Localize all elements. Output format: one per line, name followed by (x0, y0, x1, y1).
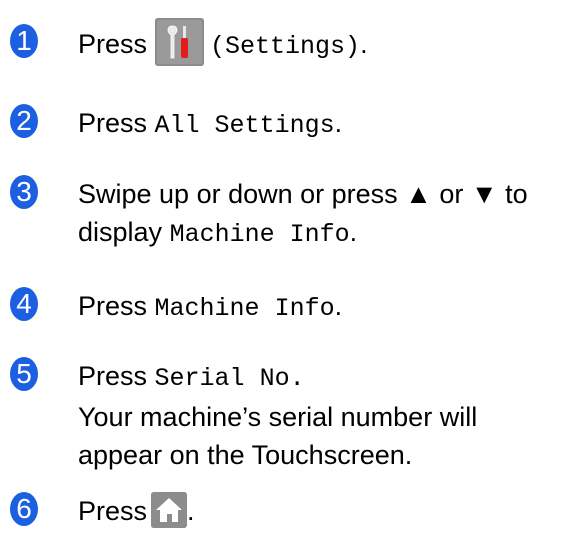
step-line: Swipe up or down or press ▲ or ▼ to (78, 179, 528, 209)
step-number: 2 (10, 104, 38, 138)
step-text: Press Serial No. Your machine’s serial n… (78, 357, 477, 474)
step-punct: . (334, 108, 343, 138)
step-verb: Press (78, 291, 148, 321)
all-settings-label: All Settings (154, 111, 335, 140)
step-number: 1 (10, 24, 38, 58)
step-verb: display (78, 217, 163, 247)
step-punct: . (334, 291, 343, 321)
step-verb: Press (78, 29, 148, 60)
home-icon (151, 491, 188, 528)
step-text: Press All Settings. (78, 104, 342, 145)
step-verb: Press (78, 361, 148, 391)
step-verb: Press (78, 496, 148, 526)
step-number: 4 (10, 287, 38, 321)
step-text: Press Machine Info. (78, 287, 342, 328)
step-line: Your machine’s serial number will (78, 402, 478, 432)
step-text: Press . (78, 491, 195, 531)
step-text: Press (Settings). (78, 18, 368, 70)
step-verb: Press (78, 108, 148, 138)
serial-no-label: Serial No. (154, 364, 305, 393)
step-number: 6 (10, 492, 38, 526)
machine-info-label: Machine Info (154, 294, 335, 323)
machine-info-label: Machine Info (169, 220, 350, 249)
step-punct: . (349, 217, 358, 247)
settings-tools-icon (155, 18, 205, 66)
settings-label: (Settings) (210, 32, 361, 62)
step-text: Swipe up or down or press ▲ or ▼ to disp… (78, 175, 528, 254)
step-number: 3 (10, 175, 38, 209)
step-punct: . (360, 29, 368, 60)
step-number: 5 (10, 357, 38, 391)
step-line: appear on the Touchscreen. (78, 440, 413, 470)
step-punct: . (187, 496, 195, 526)
